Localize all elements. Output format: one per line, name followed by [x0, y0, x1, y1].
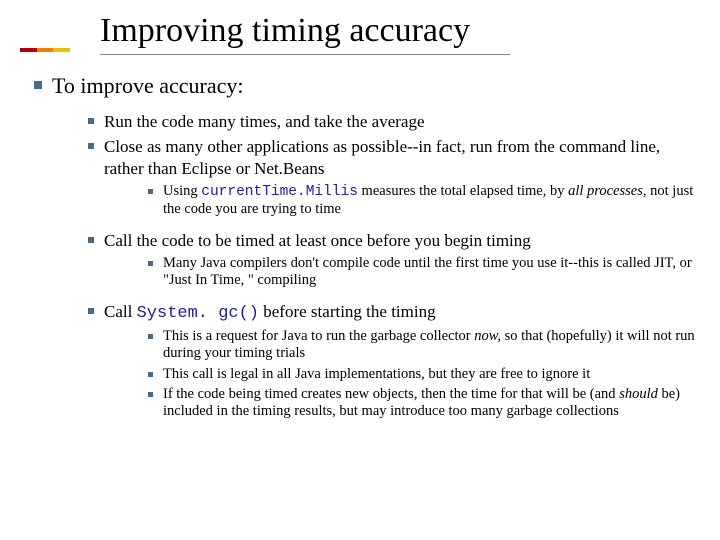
bullet-icon	[88, 308, 94, 314]
list-item: This is a request for Java to run the ga…	[148, 328, 700, 363]
bullet-icon	[148, 334, 153, 339]
list-item: Call System. gc() before starting the ti…	[88, 301, 700, 324]
bullet-icon	[88, 118, 94, 124]
bullet-icon	[34, 81, 42, 89]
bullet-icon	[148, 392, 153, 397]
bullet-icon	[148, 261, 153, 266]
item-text: Many Java compilers don't compile code u…	[163, 255, 700, 290]
italic-text: now,	[474, 328, 501, 344]
code-text: currentTime.Millis	[201, 184, 358, 200]
italic-text: all processes,	[568, 183, 646, 199]
list-item: Run the code many times, and take the av…	[88, 111, 700, 132]
slide: Improving timing accuracy To improve acc…	[0, 0, 720, 444]
bullet-icon	[88, 237, 94, 243]
slide-title: Improving timing accuracy	[100, 12, 510, 55]
code-text: System. gc()	[137, 304, 259, 323]
accent-bar	[20, 48, 70, 52]
item-text: Close as many other applications as poss…	[104, 136, 700, 179]
list-item: This call is legal in all Java implement…	[148, 366, 700, 383]
list-item: To improve accuracy:	[34, 73, 700, 99]
item-text: This call is legal in all Java implement…	[163, 366, 590, 383]
item-text: Using currentTime.Millis measures the to…	[163, 183, 700, 219]
list-item: Using currentTime.Millis measures the to…	[148, 183, 700, 219]
item-text: Call System. gc() before starting the ti…	[104, 301, 436, 324]
item-text: Call the code to be timed at least once …	[104, 230, 531, 251]
item-text: To improve accuracy:	[52, 73, 243, 99]
item-text: If the code being timed creates new obje…	[163, 386, 700, 421]
list-item: Many Java compilers don't compile code u…	[148, 255, 700, 290]
italic-text: should	[619, 386, 658, 402]
list-item: If the code being timed creates new obje…	[148, 386, 700, 421]
item-text: Run the code many times, and take the av…	[104, 111, 425, 132]
list-item: Call the code to be timed at least once …	[88, 230, 700, 251]
item-text: This is a request for Java to run the ga…	[163, 328, 700, 363]
title-wrap: Improving timing accuracy	[100, 12, 700, 55]
bullet-icon	[88, 143, 94, 149]
bullet-icon	[148, 372, 153, 377]
bullet-icon	[148, 189, 153, 194]
list-item: Close as many other applications as poss…	[88, 136, 700, 179]
